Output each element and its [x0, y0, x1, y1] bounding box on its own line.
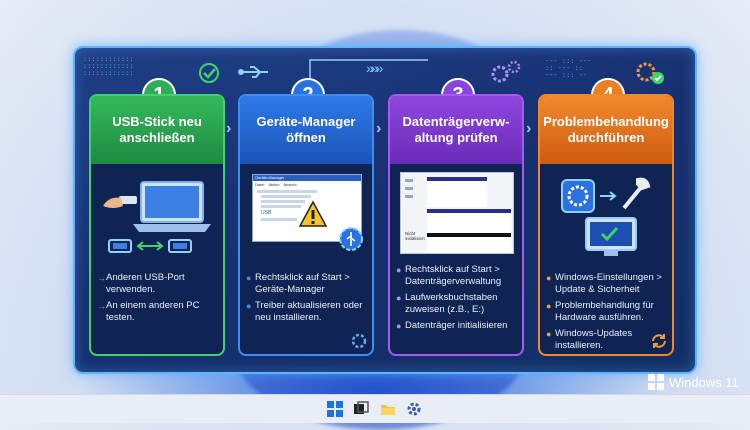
windows-logo-icon — [648, 374, 664, 390]
laptop-usb-illustration — [103, 181, 211, 253]
disk-status-label: Nicht initialisiert — [405, 231, 425, 241]
dot-bullet-icon: ● — [546, 329, 552, 339]
usb-symbol-icon — [238, 66, 268, 78]
tip-item: ● Datenträger initialisieren — [396, 320, 508, 331]
dot-bullet-icon: ● — [246, 301, 252, 311]
gear-check-icon — [636, 62, 664, 84]
decor-dots: --- ::: ---:: --- :: --- ::: -- — [545, 57, 592, 79]
device-manager-mockup: Geräte-Manager Datei Aktion Ansicht USB — [246, 172, 366, 262]
dot-bullet-icon: ● — [546, 301, 552, 311]
tips-list: → Anderen USB-Port verwenden. → An einem a… — [97, 272, 221, 328]
arrow-bullet-icon: → — [97, 273, 106, 283]
dot-bullet-icon: ● — [396, 321, 402, 331]
dot-bullet-icon: ● — [396, 293, 402, 303]
tips-list: ● Rechtsklick auf Start > Geräte-Manager … — [246, 272, 370, 328]
settings-icon[interactable] — [406, 401, 422, 417]
tip-item: ● Laufwerksbuchstaben zuweisen (z.B., E:) — [396, 292, 498, 315]
step-card-4: Problembehandlung durchführen ● Windows-E… — [538, 94, 674, 356]
taskbar — [0, 394, 750, 423]
refresh-icon — [652, 334, 666, 348]
tip-item: ● Windows-Einstellungen > Update & Sicher… — [546, 272, 662, 295]
next-arrow-icon: › — [526, 120, 532, 137]
tip-item: ● Rechtsklick auf Start > Geräte-Manager — [246, 272, 350, 295]
windows-11-logo: Windows 11 — [648, 374, 739, 390]
step-title: USB-Stick neu anschließen — [91, 96, 223, 164]
warning-icon — [298, 200, 328, 227]
gear-icon — [351, 333, 367, 349]
task-view-icon[interactable] — [353, 401, 369, 417]
disk-management-mockup: Nicht initialisiert — [396, 172, 516, 262]
tip-item: ● Treiber aktualisieren oder neu installi… — [246, 300, 363, 323]
dot-bullet-icon: ● — [246, 273, 252, 283]
step-title: Datenträgerverw-altung prüfen — [390, 96, 522, 164]
settings-troubleshoot-illustration — [561, 177, 651, 256]
dot-bullet-icon: ● — [396, 265, 402, 275]
file-explorer-icon[interactable] — [380, 401, 396, 417]
windows-start-icon[interactable] — [327, 401, 343, 417]
windows-11-text: Windows 11 — [669, 374, 739, 390]
decor-dots: :::::::::::::::::::::::::::::::::::: — [83, 55, 134, 77]
chevrons-icon: »»» — [366, 60, 383, 76]
step-card-2: Geräte-Manager öffnen Geräte-Manager Dat… — [238, 94, 374, 356]
tip-item: → An einem anderen PC testen. — [97, 300, 200, 323]
usb-gear-icon — [339, 227, 363, 251]
gears-icon — [491, 60, 521, 83]
tips-list: ● Rechtsklick auf Start > Datenträgerverw… — [396, 264, 520, 336]
tip-item: → Anderen USB-Port verwenden. — [97, 272, 185, 295]
tip-item: ● Problembehandlung für Hardware ausführe… — [546, 300, 654, 323]
arrow-bullet-icon: → — [97, 301, 106, 311]
step-title: Problembehandlung durchführen — [540, 96, 672, 164]
step-title: Geräte-Manager öffnen — [240, 96, 372, 164]
check-circle-icon — [199, 63, 219, 83]
next-arrow-icon: › — [376, 120, 382, 137]
menu-bar: Datei Aktion Ansicht — [255, 182, 297, 187]
tip-item: ● Rechtsklick auf Start > Datenträgerverw… — [396, 264, 502, 287]
next-arrow-icon: › — [226, 120, 232, 137]
step-card-1: USB-Stick neu anschließen → Anderen USB-P… — [89, 94, 225, 356]
dot-bullet-icon: ● — [546, 273, 552, 283]
step-card-3: Datenträgerverw-altung prüfen Nicht init… — [388, 94, 524, 356]
